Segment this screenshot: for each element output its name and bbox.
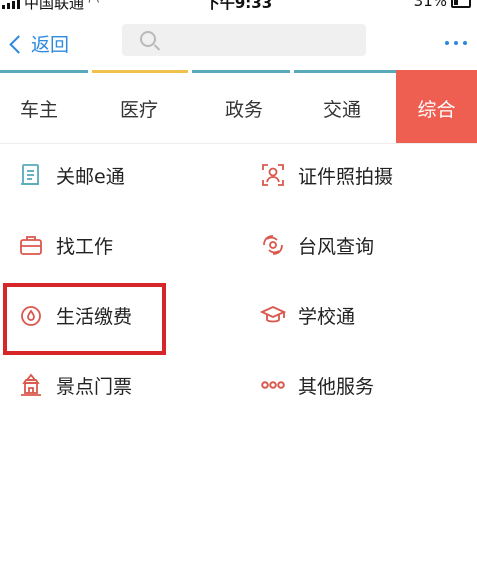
more-dot-icon	[445, 41, 449, 45]
more-dot-icon	[454, 41, 458, 45]
chevron-left-icon	[9, 34, 28, 54]
service-label: 证件照拍摄	[298, 165, 394, 188]
id-photo-icon	[260, 162, 286, 188]
back-label: 返回	[31, 34, 70, 56]
document-icon	[18, 162, 44, 188]
service-label: 找工作	[56, 235, 114, 258]
temple-icon	[18, 372, 44, 398]
tab-traffic[interactable]: 交通	[288, 73, 396, 143]
services-row: 找工作 台风查询	[0, 210, 477, 280]
services-row: 生活缴费 学校通	[0, 280, 477, 350]
service-item-utility-payment[interactable]: 生活缴费	[18, 280, 132, 350]
service-label: 景点门票	[56, 375, 133, 398]
carrier-group: 中国联通 ◠	[2, 0, 99, 12]
more-dot-icon	[463, 41, 467, 45]
service-item-id-photo[interactable]: 证件照拍摄	[260, 140, 393, 210]
signal-icon	[2, 0, 20, 9]
service-item-school[interactable]: 学校通	[260, 280, 355, 350]
tab-car-owner[interactable]: 车主	[0, 73, 78, 143]
status-time: 下午9:33	[204, 0, 273, 12]
service-item-attraction-tickets[interactable]: 景点门票	[18, 350, 132, 420]
service-label: 关邮e通	[56, 165, 125, 188]
service-item-customs-post[interactable]: 关邮e通	[18, 140, 125, 210]
service-label: 学校通	[298, 305, 356, 328]
more-menu-button[interactable]	[445, 41, 467, 45]
service-label: 生活缴费	[56, 305, 133, 328]
more-circles-icon	[260, 372, 286, 398]
tab-government[interactable]: 政务	[200, 73, 288, 143]
services-row: 景点门票 其他服务	[0, 350, 477, 420]
service-item-find-job[interactable]: 找工作	[18, 210, 113, 280]
search-input[interactable]	[122, 24, 366, 56]
category-tabs: 车主 医疗 政务 交通 综合	[0, 73, 477, 144]
battery-group: 31%	[414, 0, 471, 10]
tab-medical[interactable]: 医疗	[78, 73, 200, 143]
briefcase-icon	[18, 232, 44, 258]
status-bar: 中国联通 ◠ 下午9:33 31%	[0, 0, 477, 12]
graduation-cap-icon	[260, 302, 286, 328]
utility-payment-icon	[18, 302, 44, 328]
services-grid: 关邮e通 证件照拍摄 找工作 台风查询 生活缴费 学校通 景点门票 其他服务	[0, 140, 477, 420]
search-icon	[140, 31, 156, 47]
wifi-icon: ◠	[88, 0, 100, 10]
tab-general[interactable]: 综合	[396, 73, 477, 143]
battery-percent: 31%	[413, 0, 447, 10]
back-button[interactable]: 返回	[9, 30, 70, 57]
service-item-typhoon[interactable]: 台风查询	[260, 210, 374, 280]
carrier-name: 中国联通	[24, 0, 85, 12]
services-row: 关邮e通 证件照拍摄	[0, 140, 477, 210]
battery-icon	[451, 0, 471, 8]
service-label: 其他服务	[298, 375, 375, 398]
service-label: 台风查询	[298, 235, 375, 258]
nav-bar: 返回	[0, 14, 477, 72]
typhoon-icon	[260, 232, 286, 258]
service-item-other-services[interactable]: 其他服务	[260, 350, 374, 420]
